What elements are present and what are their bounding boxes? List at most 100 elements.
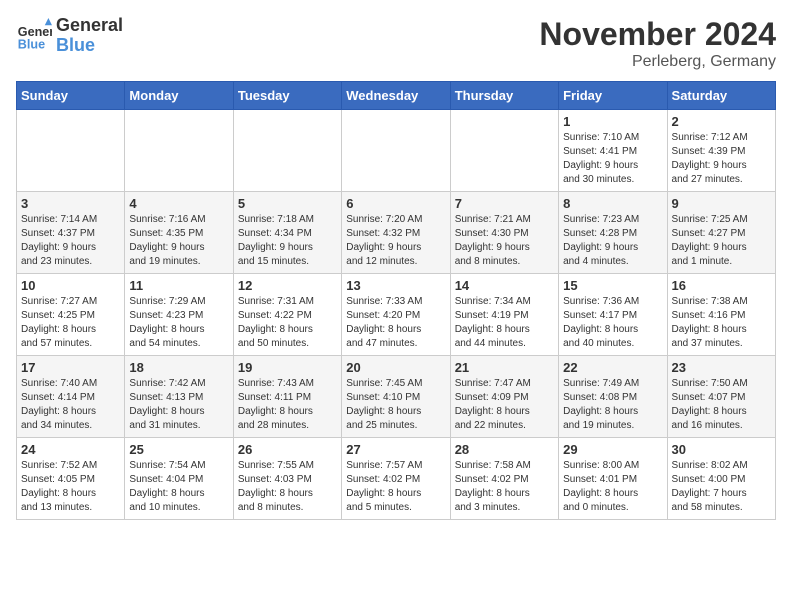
day-info: Sunrise: 7:23 AM Sunset: 4:28 PM Dayligh… (563, 213, 662, 269)
day-number: 5 (238, 196, 337, 211)
day-number: 13 (346, 278, 445, 293)
weekday-header-thursday: Thursday (450, 82, 558, 110)
title-block: November 2024 Perleberg, Germany (539, 16, 776, 71)
day-number: 11 (129, 278, 228, 293)
day-number: 9 (672, 196, 771, 211)
calendar-cell: 12 Sunrise: 7:31 AM Sunset: 4:22 PM Dayli… (233, 274, 341, 356)
day-number: 30 (672, 442, 771, 457)
day-info: Sunrise: 8:02 AM Sunset: 4:00 PM Dayligh… (672, 459, 771, 515)
day-number: 26 (238, 442, 337, 457)
day-number: 10 (21, 278, 120, 293)
calendar-week-row: 10Sunrise: 7:27 AM Sunset: 4:25 PM Dayli… (17, 274, 776, 356)
day-info: Sunrise: 7:14 AM Sunset: 4:37 PM Dayligh… (21, 213, 120, 269)
calendar-cell: 3Sunrise: 7:14 AM Sunset: 4:37 PM Daylig… (17, 192, 125, 274)
day-info: Sunrise: 7:12 AM Sunset: 4:39 PM Dayligh… (672, 131, 771, 187)
svg-text:Blue: Blue (18, 37, 45, 51)
page-header: General Blue General Blue November 2024 … (16, 16, 776, 71)
day-info: Sunrise: 7:25 AM Sunset: 4:27 PM Dayligh… (672, 213, 771, 269)
day-info: Sunrise: 7:55 AM Sunset: 4:03 PM Dayligh… (238, 459, 337, 515)
weekday-header-tuesday: Tuesday (233, 82, 341, 110)
day-info: Sunrise: 7:52 AM Sunset: 4:05 PM Dayligh… (21, 459, 120, 515)
day-number: 21 (455, 360, 554, 375)
calendar-cell: 2 Sunrise: 7:12 AM Sunset: 4:39 PM Daylig… (667, 110, 775, 192)
day-info: Sunrise: 7:16 AM Sunset: 4:35 PM Dayligh… (129, 213, 228, 269)
logo-icon: General Blue (16, 18, 52, 54)
day-number: 28 (455, 442, 554, 457)
calendar-cell (450, 110, 558, 192)
day-number: 8 (563, 196, 662, 211)
calendar-cell: 10Sunrise: 7:27 AM Sunset: 4:25 PM Dayli… (17, 274, 125, 356)
calendar-week-row: 3Sunrise: 7:14 AM Sunset: 4:37 PM Daylig… (17, 192, 776, 274)
day-number: 29 (563, 442, 662, 457)
calendar-cell: 21 Sunrise: 7:47 AM Sunset: 4:09 PM Dayli… (450, 356, 558, 438)
day-info: Sunrise: 7:36 AM Sunset: 4:17 PM Dayligh… (563, 295, 662, 351)
calendar-cell: 16 Sunrise: 7:38 AM Sunset: 4:16 PM Dayli… (667, 274, 775, 356)
day-number: 4 (129, 196, 228, 211)
day-number: 24 (21, 442, 120, 457)
day-number: 16 (672, 278, 771, 293)
day-number: 2 (672, 114, 771, 129)
page-title: November 2024 (539, 16, 776, 53)
day-info: Sunrise: 7:20 AM Sunset: 4:32 PM Dayligh… (346, 213, 445, 269)
day-info: Sunrise: 7:29 AM Sunset: 4:23 PM Dayligh… (129, 295, 228, 351)
calendar-cell: 25 Sunrise: 7:54 AM Sunset: 4:04 PM Dayli… (125, 438, 233, 520)
day-number: 12 (238, 278, 337, 293)
calendar-cell: 6 Sunrise: 7:20 AM Sunset: 4:32 PM Daylig… (342, 192, 450, 274)
day-info: Sunrise: 7:54 AM Sunset: 4:04 PM Dayligh… (129, 459, 228, 515)
day-number: 14 (455, 278, 554, 293)
calendar-table: SundayMondayTuesdayWednesdayThursdayFrid… (16, 81, 776, 520)
calendar-week-row: 17Sunrise: 7:40 AM Sunset: 4:14 PM Dayli… (17, 356, 776, 438)
calendar-cell: 24 Sunrise: 7:52 AM Sunset: 4:05 PM Dayli… (17, 438, 125, 520)
calendar-cell: 23 Sunrise: 7:50 AM Sunset: 4:07 PM Dayli… (667, 356, 775, 438)
day-info: Sunrise: 7:34 AM Sunset: 4:19 PM Dayligh… (455, 295, 554, 351)
day-info: Sunrise: 7:38 AM Sunset: 4:16 PM Dayligh… (672, 295, 771, 351)
weekday-header-sunday: Sunday (17, 82, 125, 110)
day-info: Sunrise: 7:21 AM Sunset: 4:30 PM Dayligh… (455, 213, 554, 269)
day-info: Sunrise: 7:58 AM Sunset: 4:02 PM Dayligh… (455, 459, 554, 515)
calendar-cell: 15 Sunrise: 7:36 AM Sunset: 4:17 PM Dayli… (559, 274, 667, 356)
day-info: Sunrise: 7:18 AM Sunset: 4:34 PM Dayligh… (238, 213, 337, 269)
calendar-cell: 9 Sunrise: 7:25 AM Sunset: 4:27 PM Daylig… (667, 192, 775, 274)
calendar-cell: 17Sunrise: 7:40 AM Sunset: 4:14 PM Dayli… (17, 356, 125, 438)
day-number: 15 (563, 278, 662, 293)
calendar-cell: 7 Sunrise: 7:21 AM Sunset: 4:30 PM Daylig… (450, 192, 558, 274)
day-info: Sunrise: 7:47 AM Sunset: 4:09 PM Dayligh… (455, 377, 554, 433)
calendar-cell: 1Sunrise: 7:10 AM Sunset: 4:41 PM Daylig… (559, 110, 667, 192)
day-info: Sunrise: 7:50 AM Sunset: 4:07 PM Dayligh… (672, 377, 771, 433)
day-number: 7 (455, 196, 554, 211)
day-number: 20 (346, 360, 445, 375)
day-number: 25 (129, 442, 228, 457)
day-number: 6 (346, 196, 445, 211)
calendar-cell (125, 110, 233, 192)
day-number: 23 (672, 360, 771, 375)
calendar-cell: 19Sunrise: 7:43 AM Sunset: 4:11 PM Dayli… (233, 356, 341, 438)
weekday-header-monday: Monday (125, 82, 233, 110)
day-info: Sunrise: 7:49 AM Sunset: 4:08 PM Dayligh… (563, 377, 662, 433)
calendar-cell: 29 Sunrise: 8:00 AM Sunset: 4:01 PM Dayli… (559, 438, 667, 520)
calendar-cell (17, 110, 125, 192)
weekday-header-wednesday: Wednesday (342, 82, 450, 110)
calendar-week-row: 1Sunrise: 7:10 AM Sunset: 4:41 PM Daylig… (17, 110, 776, 192)
day-number: 18 (129, 360, 228, 375)
calendar-cell: 27Sunrise: 7:57 AM Sunset: 4:02 PM Dayli… (342, 438, 450, 520)
weekday-header-friday: Friday (559, 82, 667, 110)
logo-text: General Blue (56, 16, 123, 56)
calendar-cell: 22 Sunrise: 7:49 AM Sunset: 4:08 PM Dayli… (559, 356, 667, 438)
calendar-cell: 20Sunrise: 7:45 AM Sunset: 4:10 PM Dayli… (342, 356, 450, 438)
logo-line2: Blue (56, 35, 95, 55)
logo: General Blue General Blue (16, 16, 123, 56)
calendar-cell: 28 Sunrise: 7:58 AM Sunset: 4:02 PM Dayli… (450, 438, 558, 520)
calendar-cell: 18Sunrise: 7:42 AM Sunset: 4:13 PM Dayli… (125, 356, 233, 438)
day-number: 27 (346, 442, 445, 457)
page-subtitle: Perleberg, Germany (539, 53, 776, 71)
calendar-cell: 5 Sunrise: 7:18 AM Sunset: 4:34 PM Daylig… (233, 192, 341, 274)
weekday-header-row: SundayMondayTuesdayWednesdayThursdayFrid… (17, 82, 776, 110)
day-info: Sunrise: 7:31 AM Sunset: 4:22 PM Dayligh… (238, 295, 337, 351)
calendar-cell: 30 Sunrise: 8:02 AM Sunset: 4:00 PM Dayli… (667, 438, 775, 520)
day-number: 1 (563, 114, 662, 129)
calendar-cell: 13Sunrise: 7:33 AM Sunset: 4:20 PM Dayli… (342, 274, 450, 356)
calendar-week-row: 24 Sunrise: 7:52 AM Sunset: 4:05 PM Dayli… (17, 438, 776, 520)
day-info: Sunrise: 8:00 AM Sunset: 4:01 PM Dayligh… (563, 459, 662, 515)
day-number: 22 (563, 360, 662, 375)
day-number: 17 (21, 360, 120, 375)
